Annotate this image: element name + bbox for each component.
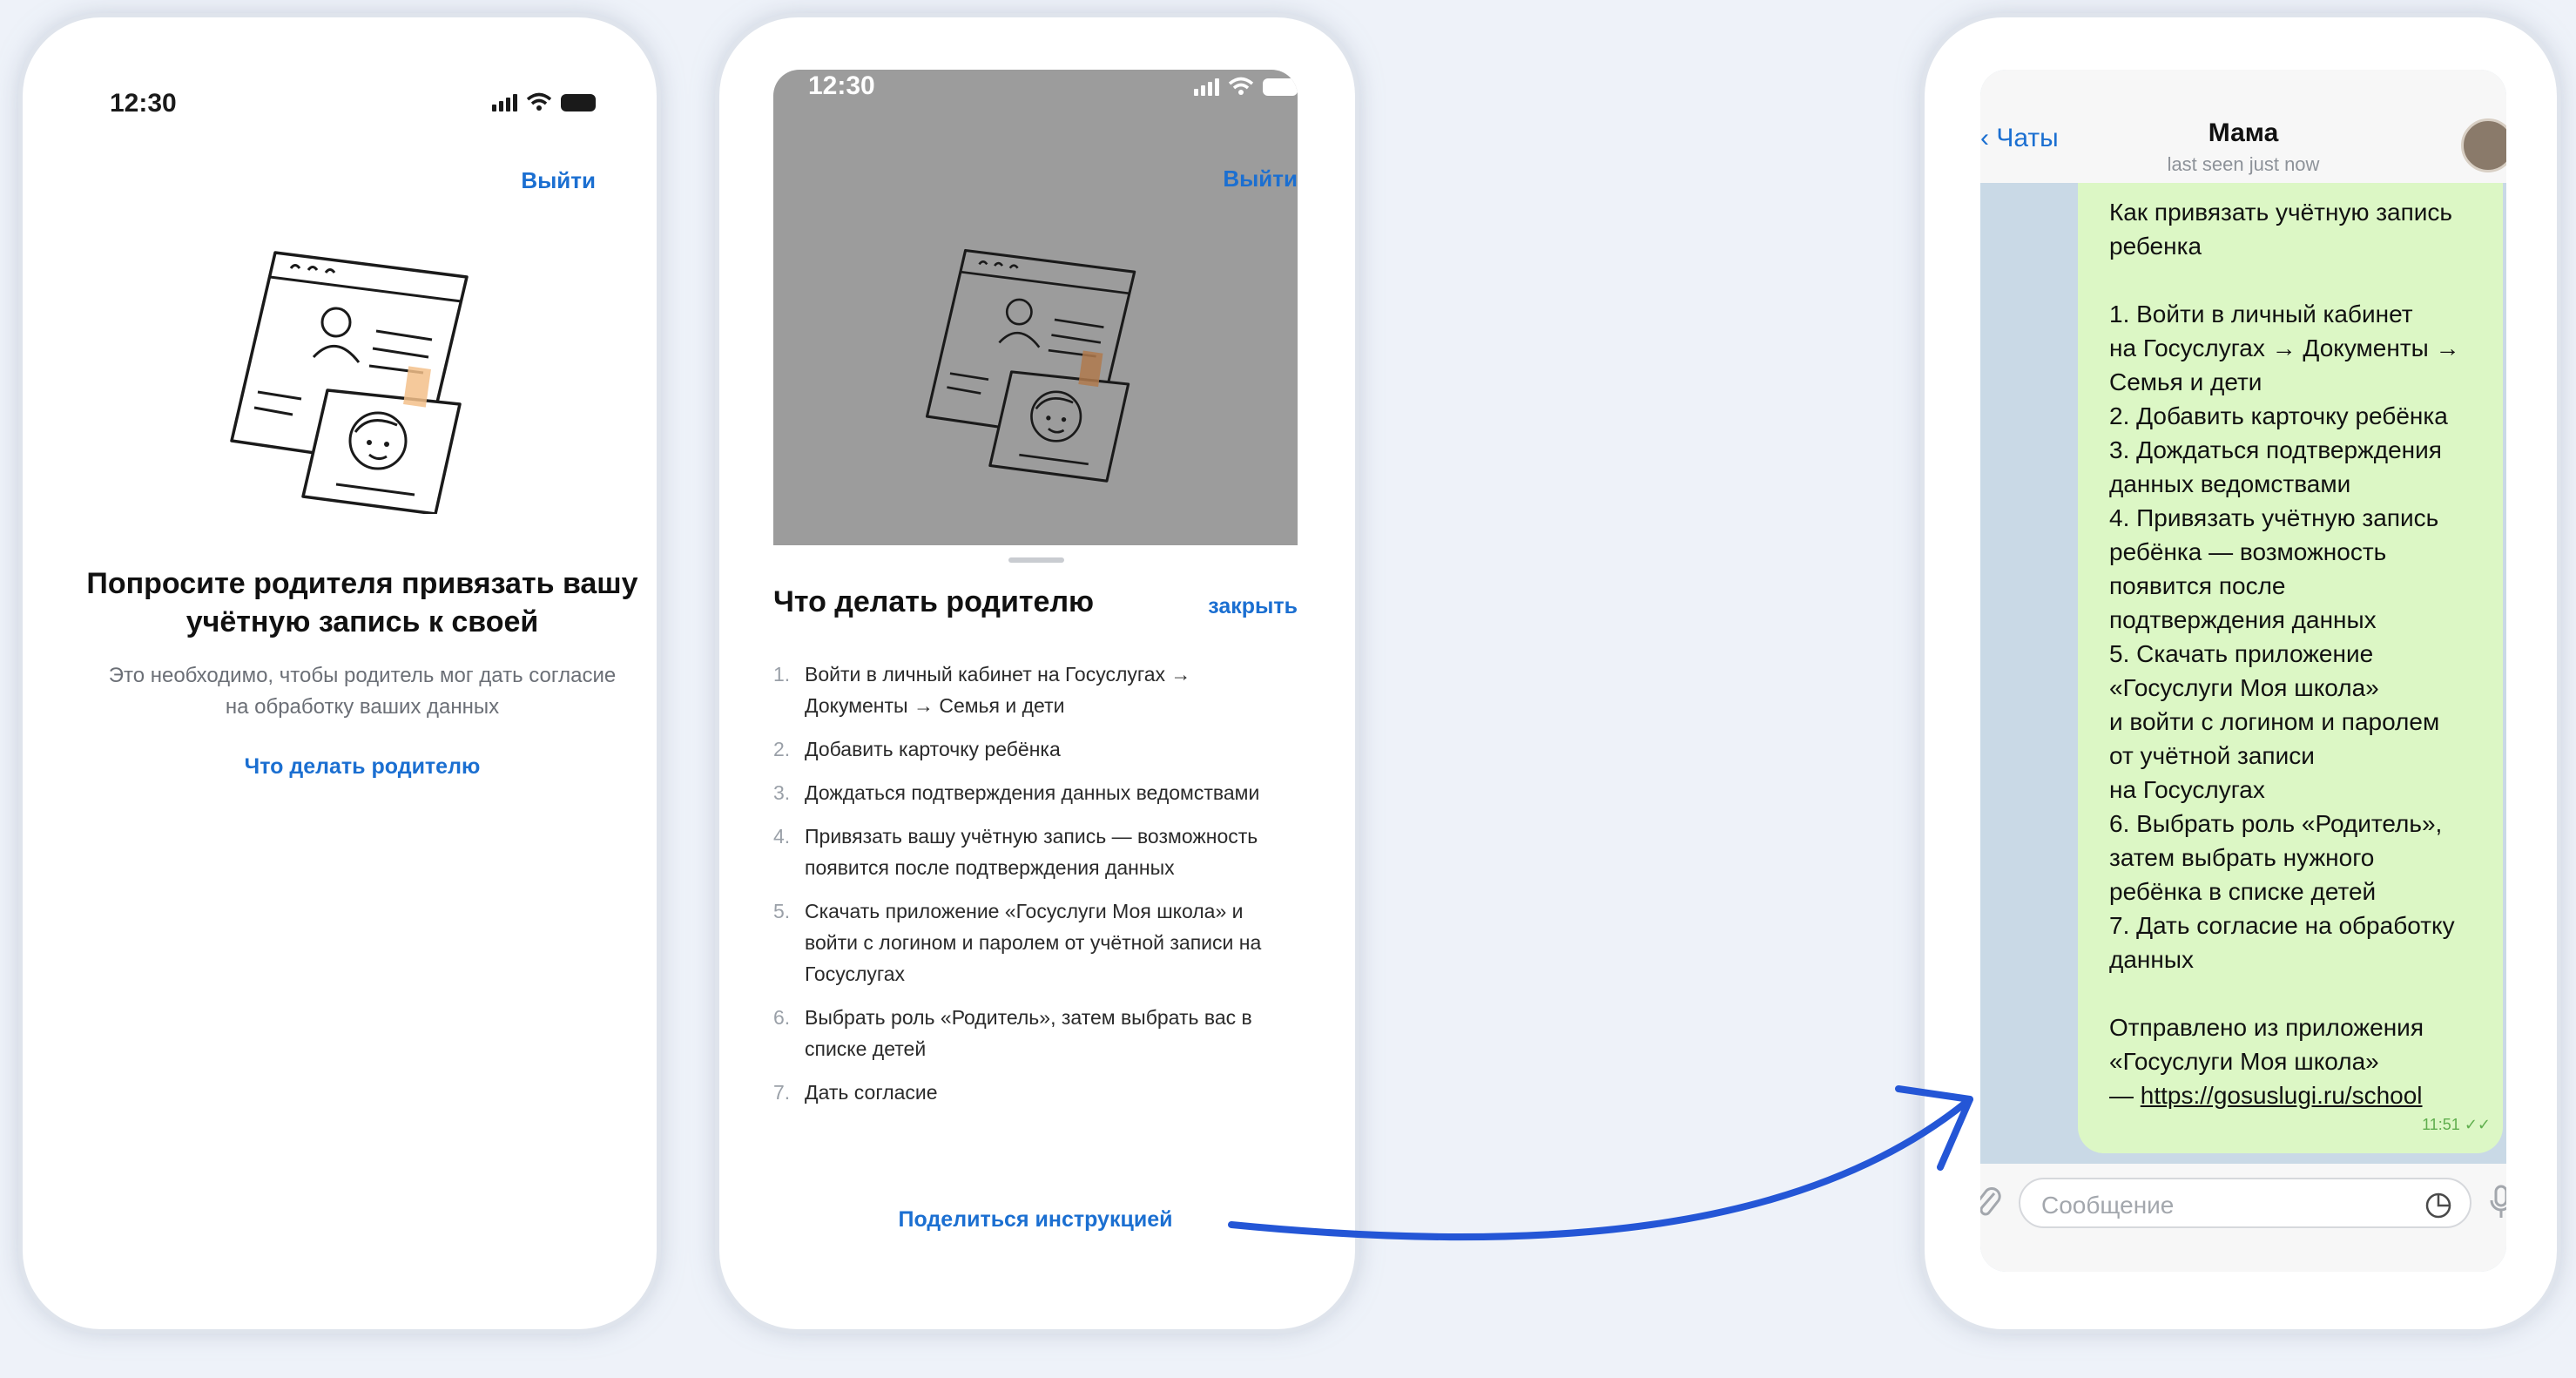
share-flow-arrow: [1228, 1085, 1973, 1241]
